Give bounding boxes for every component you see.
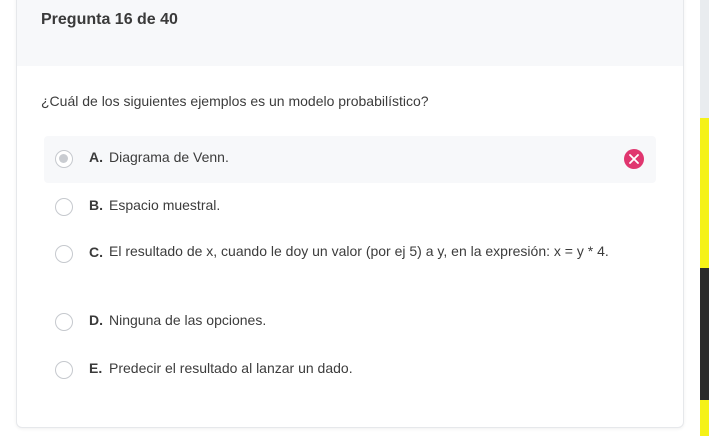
option-b[interactable]: B. Espacio muestral. [44, 193, 656, 223]
question-header: Pregunta 16 de 40 [17, 0, 683, 66]
option-c-letter: C. [89, 244, 103, 260]
question-counter: Pregunta 16 de 40 [41, 11, 178, 28]
question-text: ¿Cuál de los siguientes ejemplos es un m… [41, 93, 429, 109]
option-d-letter: D. [89, 312, 103, 328]
side-decoration-dark-band-lower [700, 268, 709, 400]
option-b-letter: B. [89, 197, 103, 213]
option-a-radio[interactable] [55, 150, 73, 168]
option-e-text: Predecir el resultado al lanzar un dado. [109, 360, 353, 376]
option-c-radio[interactable] [55, 245, 73, 263]
option-d[interactable]: D. Ninguna de las opciones. [44, 308, 656, 338]
side-decoration-dark-band [700, 0, 709, 118]
option-e-radio[interactable] [55, 361, 73, 379]
option-b-text: Espacio muestral. [109, 197, 221, 213]
question-card: Pregunta 16 de 40 ¿Cuál de los siguiente… [16, 0, 684, 428]
option-c-text: El resultado de x, cuando le doy un valo… [109, 243, 609, 259]
option-a[interactable]: A. Diagrama de Venn. [44, 136, 656, 183]
option-e[interactable]: E. Predecir el resultado al lanzar un da… [44, 356, 656, 386]
option-d-text: Ninguna de las opciones. [109, 312, 267, 328]
option-b-radio[interactable] [55, 198, 73, 216]
side-decoration [700, 0, 709, 436]
close-icon [629, 154, 639, 164]
option-d-radio[interactable] [55, 313, 73, 331]
option-e-letter: E. [89, 360, 103, 376]
option-a-text: Diagrama de Venn. [109, 149, 229, 165]
incorrect-answer-icon [624, 149, 644, 169]
option-c[interactable]: C. El resultado de x, cuando le doy un v… [44, 240, 656, 288]
option-a-letter: A. [89, 149, 103, 165]
